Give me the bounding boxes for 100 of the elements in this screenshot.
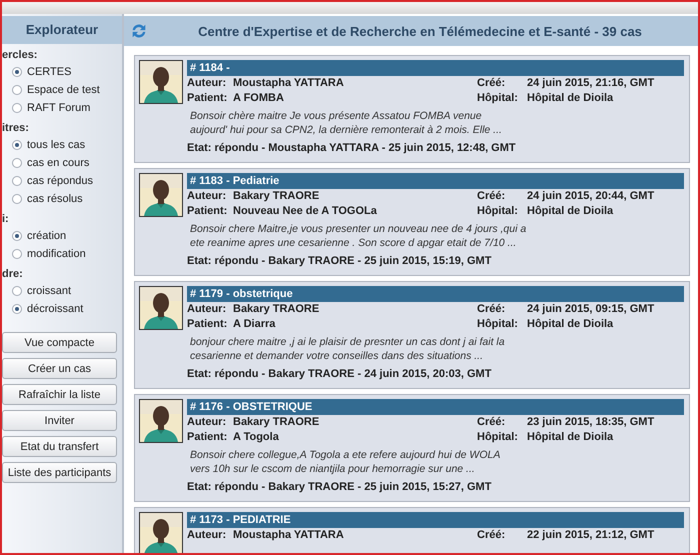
- created-date: 23 juin 2015, 18:35, GMT: [527, 415, 656, 430]
- radio-label: tous les cas: [27, 139, 86, 151]
- case-title-bar: # 1179 - obstetrique: [187, 286, 684, 302]
- sidebar-title: Explorateur: [2, 16, 122, 44]
- case-excerpt: ete reanime apres une cesarienne . Son score d apgar etait de 7/10 ...: [190, 236, 518, 250]
- radio-label: CERTES: [27, 66, 72, 78]
- radio-label: cas en cours: [27, 157, 90, 169]
- radio-option[interactable]: création: [2, 227, 122, 245]
- case-card[interactable]: [134, 281, 690, 389]
- radio-label: croissant: [27, 285, 72, 297]
- radio-label: création: [27, 230, 66, 242]
- patient-name: A Togola: [233, 430, 280, 445]
- radio-option[interactable]: croissant: [2, 282, 122, 300]
- radio-button[interactable]: [12, 249, 22, 259]
- case-card[interactable]: # 1173 - PEDIATRIE Auteur: Moustapha YATTARA Créé: 22 juin 2015, 21:12, GMT: [134, 507, 690, 553]
- radio-label: cas résolus: [27, 193, 83, 205]
- radio-button[interactable]: [12, 140, 22, 150]
- field-label: Patient:: [187, 317, 228, 332]
- field-label: Patient:: [187, 91, 228, 106]
- hospital-name: Hôpital de Dioila: [527, 204, 614, 219]
- field-label: Hôpital:: [477, 317, 519, 332]
- case-excerpt: Bonsoir chere collegue,A Togola a ete refere aujourd hui de WOLA: [190, 448, 502, 462]
- created-date: 22 juin 2015, 21:12, GMT: [527, 528, 656, 543]
- case-title-bar: # 1173 - PEDIATRIE: [187, 512, 684, 528]
- case-excerpt: bonjour chere maitre ,j ai le plaisir de presnter un cas dont j ai fait la: [190, 335, 506, 349]
- radio-option[interactable]: tous les cas: [2, 136, 122, 154]
- case-excerpt: Bonsoir chere Maitre,je vous presenter un nouveau nee de 4 jours ,qui a: [190, 222, 528, 236]
- panel-title: Centre d'Expertise et de Recherche en Télémedecine et E-santé - 39 cas: [197, 24, 643, 38]
- field-label: Patient:: [187, 430, 228, 445]
- radio-option[interactable]: RAFT Forum: [2, 99, 122, 117]
- field-label: Patient:: [187, 204, 228, 219]
- field-label: Créé:: [477, 302, 506, 317]
- field-label: Créé:: [477, 528, 506, 543]
- radio-button[interactable]: [12, 176, 22, 186]
- radio-button[interactable]: [12, 67, 22, 77]
- radio-option[interactable]: cas résolus: [2, 190, 122, 208]
- field-label: Créé:: [477, 415, 506, 430]
- author-name: Bakary TRAORE: [233, 189, 320, 204]
- case-status: Etat: répondu - Moustapha YATTARA - 25 juin 2015, 12:48, GMT: [187, 141, 517, 156]
- radio-button[interactable]: [12, 286, 22, 296]
- field-label: Créé:: [477, 189, 506, 204]
- field-label: Auteur:: [187, 189, 228, 204]
- radio-label: cas répondus: [27, 175, 94, 187]
- field-label: Auteur:: [187, 415, 228, 430]
- case-title-bar: # 1183 - Pediatrie: [187, 173, 684, 189]
- radio-label: RAFT Forum: [27, 102, 90, 114]
- radio-button[interactable]: [12, 304, 22, 314]
- author-name: Bakary TRAORE: [233, 302, 320, 317]
- radio-button[interactable]: [12, 85, 22, 95]
- author-name: Bakary TRAORE: [233, 415, 320, 430]
- case-excerpt: Bonsoir chère maitre Je vous présente Assatou FOMBA venue: [190, 109, 483, 123]
- group-label: i:: [2, 212, 10, 227]
- created-date: 24 juin 2015, 09:15, GMT: [527, 302, 656, 317]
- radio-option[interactable]: Espace de test: [2, 81, 122, 99]
- sidebar-button[interactable]: Rafraîchir la liste: [2, 384, 117, 405]
- case-title-bar: # 1184 -: [187, 60, 684, 76]
- patient-name: A FOMBA: [233, 91, 285, 106]
- field-label: Auteur:: [187, 302, 228, 317]
- radio-button[interactable]: [12, 158, 22, 168]
- field-label: Hôpital:: [477, 204, 519, 219]
- hospital-name: Hôpital de Dioila: [527, 430, 614, 445]
- case-excerpt: cesarienne et demander votre conseilles dans des situations ...: [190, 349, 484, 363]
- case-card[interactable]: [134, 55, 690, 163]
- case-status: Etat: répondu - Bakary TRAORE - 25 juin 2015, 15:27, GMT: [187, 480, 492, 495]
- case-status: Etat: répondu - Bakary TRAORE - 24 juin 2015, 20:03, GMT: [187, 367, 492, 382]
- author-name: Moustapha YATTARA: [233, 528, 345, 543]
- radio-button[interactable]: [12, 194, 22, 204]
- author-name: Moustapha YATTARA: [233, 76, 345, 91]
- case-title-bar: # 1176 - OBSTETRIQUE: [187, 399, 684, 415]
- field-label: Créé:: [477, 76, 506, 91]
- radio-option[interactable]: décroissant: [2, 300, 122, 318]
- radio-option[interactable]: cas répondus: [2, 172, 122, 190]
- group-label: ercles:: [2, 48, 38, 63]
- group-label: itres:: [2, 121, 30, 136]
- sidebar-button[interactable]: Créer un cas: [2, 358, 117, 379]
- case-status: Etat: répondu - Bakary TRAORE - 25 juin 2015, 15:19, GMT: [187, 254, 492, 269]
- radio-label: décroissant: [27, 303, 84, 315]
- radio-button[interactable]: [12, 103, 22, 113]
- field-label: Auteur:: [187, 528, 228, 543]
- group-label: dre:: [2, 267, 24, 282]
- case-card[interactable]: [134, 168, 690, 276]
- case-excerpt: vers 10h sur le cscom de niantjila pour hemorragie sur une ...: [190, 462, 476, 476]
- field-label: Hôpital:: [477, 430, 519, 445]
- sidebar-button[interactable]: Etat du transfert: [2, 436, 117, 457]
- radio-label: Espace de test: [27, 84, 100, 96]
- hospital-name: Hôpital de Dioila: [527, 317, 614, 332]
- radio-label: modification: [27, 248, 86, 260]
- sidebar-button[interactable]: Vue compacte: [2, 332, 117, 353]
- radio-option[interactable]: CERTES: [2, 63, 122, 81]
- radio-option[interactable]: modification: [2, 245, 122, 263]
- patient-name: Nouveau Nee de A TOGOLa: [233, 204, 378, 219]
- radio-button[interactable]: [12, 231, 22, 241]
- case-card[interactable]: [134, 394, 690, 502]
- field-label: Auteur:: [187, 76, 228, 91]
- created-date: 24 juin 2015, 21:16, GMT: [527, 76, 656, 91]
- sidebar-button[interactable]: Inviter: [2, 410, 117, 431]
- radio-option[interactable]: cas en cours: [2, 154, 122, 172]
- created-date: 24 juin 2015, 20:44, GMT: [527, 189, 656, 204]
- sidebar-button[interactable]: Liste des participants: [2, 462, 117, 483]
- field-label: Hôpital:: [477, 91, 519, 106]
